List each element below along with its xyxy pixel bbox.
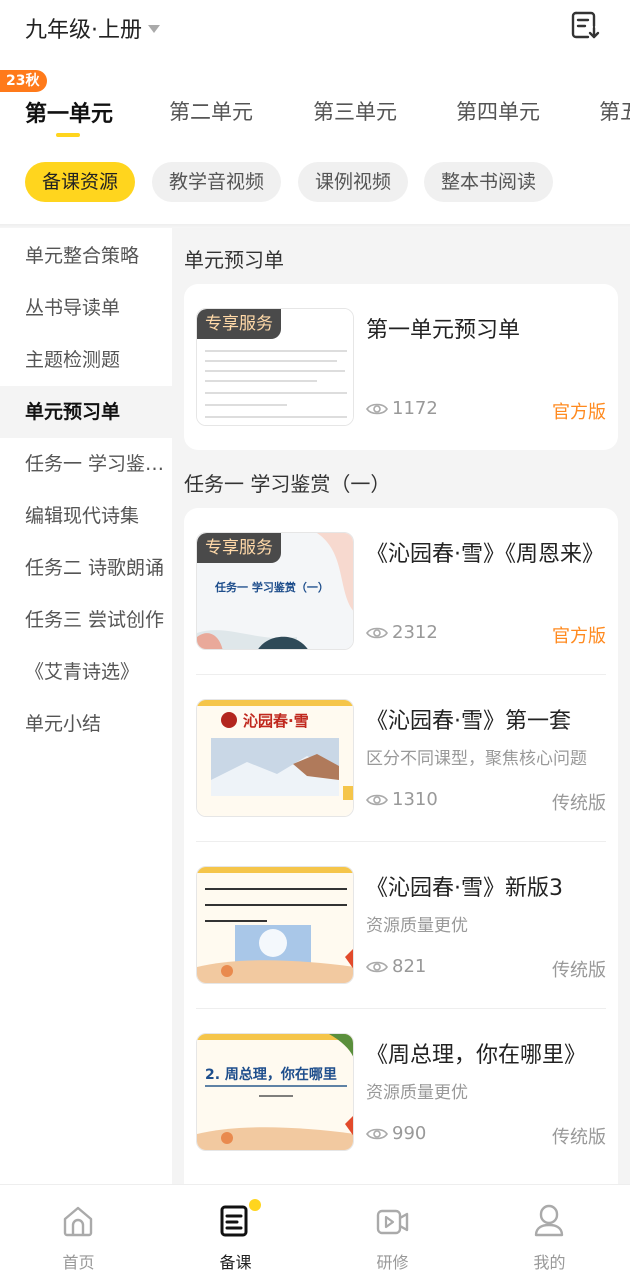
version-badge: 传统版 bbox=[552, 793, 606, 814]
resource-thumbnail: 专享服务 bbox=[196, 308, 354, 426]
resource-item[interactable]: 专享服务 第一单元预习单 1172 官方版 bbox=[184, 284, 618, 451]
sidebar-item-unit-strategy[interactable]: 单元整合策略 bbox=[0, 230, 172, 282]
chip-lesson-resources[interactable]: 备课资源 bbox=[25, 162, 136, 202]
resource-thumbnail: 专享服务 任务一 学习鉴赏（一） bbox=[196, 532, 354, 650]
sidebar-item-theme-test[interactable]: 主题检测题 bbox=[0, 334, 172, 386]
nav-home[interactable]: 首页 bbox=[0, 1185, 157, 1280]
profile-icon bbox=[534, 1204, 564, 1237]
version-badge: 官方版 bbox=[552, 402, 606, 423]
resource-subtitle: 区分不同课型，聚焦核心问题 bbox=[366, 749, 587, 769]
home-icon bbox=[63, 1206, 93, 1237]
top-header: 九年级·上册 bbox=[0, 0, 630, 62]
eye-icon bbox=[366, 627, 388, 638]
chip-av-teaching[interactable]: 教学音视频 bbox=[152, 162, 282, 202]
view-count: 1172 bbox=[366, 398, 438, 419]
video-training-icon bbox=[376, 1209, 409, 1235]
nav-label: 备课 bbox=[219, 1253, 252, 1272]
sidebar-item-aiqing-poems[interactable]: 《艾青诗选》 bbox=[0, 646, 172, 698]
version-badge: 官方版 bbox=[552, 626, 606, 647]
nav-label: 我的 bbox=[533, 1253, 566, 1272]
view-count: 1310 bbox=[366, 789, 438, 810]
view-count-value: 821 bbox=[392, 956, 427, 977]
resource-list: 单元预习单 专享服务 第一单元预习单 1172 官方版 任务一 学习鉴赏（一） … bbox=[172, 228, 630, 1184]
view-count: 821 bbox=[366, 956, 426, 977]
active-tab-indicator bbox=[56, 133, 80, 137]
resource-thumbnail: 2. 周总理，你在哪里 bbox=[196, 1033, 354, 1151]
resource-card: 专享服务 第一单元预习单 1172 官方版 bbox=[184, 284, 618, 450]
resource-title: 《沁园春·雪》新版3 bbox=[366, 876, 563, 901]
notification-dot bbox=[249, 1199, 261, 1211]
view-count: 2312 bbox=[366, 622, 438, 643]
resource-subtitle: 资源质量更优 bbox=[366, 1083, 468, 1103]
season-badge: 23秋 bbox=[0, 70, 48, 92]
resource-title: 第一单元预习单 bbox=[366, 318, 521, 343]
eye-icon bbox=[366, 403, 388, 414]
resource-subtitle: 资源质量更优 bbox=[366, 916, 468, 936]
view-count: 990 bbox=[366, 1123, 426, 1144]
caret-down-icon bbox=[148, 25, 160, 33]
view-count-value: 1310 bbox=[392, 789, 438, 810]
lesson-prep-icon bbox=[220, 1205, 248, 1237]
document-download-icon[interactable] bbox=[568, 8, 602, 42]
nav-label: 首页 bbox=[62, 1253, 95, 1272]
resource-title: 《沁园春·雪》第一套 bbox=[366, 709, 571, 734]
tab-unit-3[interactable]: 第三单元 bbox=[313, 96, 397, 126]
tab-unit-1[interactable]: 第一单元 bbox=[25, 96, 113, 128]
chip-lesson-video[interactable]: 课例视频 bbox=[298, 162, 409, 202]
view-count-value: 1172 bbox=[392, 398, 438, 419]
nav-lesson-prep[interactable]: 备课 bbox=[157, 1185, 314, 1280]
tab-unit-2[interactable]: 第二单元 bbox=[169, 96, 253, 126]
section-title: 任务一 学习鉴赏（一） bbox=[184, 472, 391, 496]
view-count-value: 990 bbox=[392, 1123, 427, 1144]
resource-thumbnail bbox=[196, 866, 354, 984]
sidebar-item-task-1[interactable]: 任务一 学习鉴赏（一） bbox=[0, 438, 172, 490]
sidebar-item-preview-sheet[interactable]: 单元预习单 bbox=[0, 386, 172, 438]
sidebar-item-task-2[interactable]: 任务二 诗歌朗诵 bbox=[0, 542, 172, 594]
grade-label: 九年级·上册 bbox=[25, 18, 142, 43]
resource-item[interactable]: 专享服务 任务一 学习鉴赏（一） 《沁园春·雪》《周恩来》 2312 官方版 bbox=[184, 508, 618, 675]
tab-unit-5[interactable]: 第五 bbox=[599, 96, 630, 126]
resource-title: 《沁园春·雪》《周恩来》 bbox=[366, 542, 604, 567]
sidebar-item-task-3[interactable]: 任务三 尝试创作 bbox=[0, 594, 172, 646]
nav-training[interactable]: 研修 bbox=[314, 1185, 471, 1280]
chip-whole-book-reading[interactable]: 整本书阅读 bbox=[424, 162, 554, 202]
slide-heading: 2. 周总理，你在哪里 bbox=[205, 1067, 337, 1083]
category-sidebar: 单元整合策略 丛书导读单 主题检测题 单元预习单 任务一 学习鉴赏（一） 编辑现… bbox=[0, 228, 172, 1184]
sidebar-item-unit-summary[interactable]: 单元小结 bbox=[0, 698, 172, 750]
slide-heading: 任务一 学习鉴赏（一） bbox=[215, 581, 329, 594]
resource-item[interactable]: 2. 周总理，你在哪里 《周总理，你在哪里》 资源质量更优 990 传统版 bbox=[184, 1009, 618, 1176]
unit-tabs: 23秋 第一单元 第二单元 第三单元 第四单元 第五 bbox=[0, 70, 630, 140]
eye-icon bbox=[366, 961, 388, 972]
resource-card: 专享服务 任务一 学习鉴赏（一） 《沁园春·雪》《周恩来》 2312 官方版 沁… bbox=[184, 508, 618, 1184]
version-badge: 传统版 bbox=[552, 960, 606, 981]
nav-profile[interactable]: 我的 bbox=[471, 1185, 628, 1280]
slide-preview-image bbox=[197, 867, 353, 983]
view-count-value: 2312 bbox=[392, 622, 438, 643]
tab-unit-4[interactable]: 第四单元 bbox=[456, 96, 540, 126]
resource-thumbnail: 沁园春·雪 bbox=[196, 699, 354, 817]
resource-title: 《周总理，你在哪里》 bbox=[366, 1043, 587, 1068]
eye-icon bbox=[366, 1128, 388, 1139]
section-title: 单元预习单 bbox=[184, 248, 284, 272]
exclusive-service-tag: 专享服务 bbox=[197, 533, 281, 563]
nav-label: 研修 bbox=[376, 1253, 409, 1272]
exclusive-service-tag: 专享服务 bbox=[197, 309, 281, 339]
resource-item[interactable]: 沁园春·雪 《沁园春·雪》第一套 区分不同课型，聚焦核心问题 1310 传统版 bbox=[184, 675, 618, 842]
slide-heading: 沁园春·雪 bbox=[243, 712, 309, 730]
version-badge: 传统版 bbox=[552, 1127, 606, 1148]
resource-item[interactable]: 《沁园春·雪》新版3 资源质量更优 821 传统版 bbox=[184, 842, 618, 1009]
sidebar-item-reading-guide[interactable]: 丛书导读单 bbox=[0, 282, 172, 334]
eye-icon bbox=[366, 794, 388, 805]
bottom-navigation: 首页 备课 研修 我的 bbox=[0, 1184, 630, 1280]
grade-selector[interactable]: 九年级·上册 bbox=[25, 12, 160, 44]
resource-filter-chips: 备课资源 教学音视频 课例视频 整本书阅读 bbox=[0, 162, 630, 204]
sidebar-item-poetry-collection[interactable]: 编辑现代诗集 bbox=[0, 490, 172, 542]
slide-preview-image bbox=[197, 1034, 353, 1150]
